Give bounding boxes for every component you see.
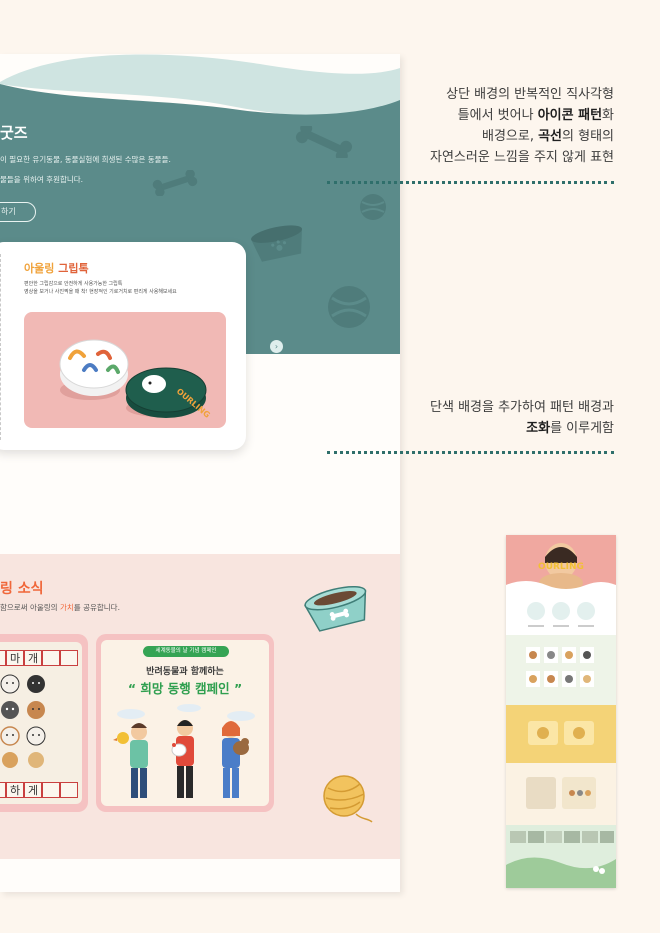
grid-cell: 마: [6, 650, 24, 666]
website-mockup: 굿즈 이 필요한 유기동물, 동물실험에 희생된 수많은 동물들. 물들을 위하…: [0, 54, 400, 892]
goods-action-button[interactable]: 하기: [0, 202, 36, 222]
annotation-emphasis: 곡선: [538, 129, 563, 144]
campaign-title: “ 희망 동행 캠페인 ”: [127, 681, 243, 696]
bone-icon: [295, 126, 353, 158]
annotation-emphasis: 조화: [526, 421, 551, 436]
thumbnail-news: [506, 763, 616, 825]
pet-bowl-icon: [304, 585, 367, 632]
campaign-subtitle: 반려동물과 함께하는: [146, 667, 224, 677]
annotation-line: 상단 배경의 반복적인 직사각형: [430, 84, 614, 105]
ball-icon: [360, 194, 386, 220]
chevron-right-icon[interactable]: ›: [270, 340, 283, 353]
annotation-text: 자연스러운 느낌을 주지 않게 표현: [430, 150, 614, 165]
product-card-title: 아울링 그립톡: [24, 260, 89, 276]
bone-icon: [152, 170, 198, 196]
product-name: 그립톡: [58, 262, 89, 275]
full-page-thumbnail: OURLING: [506, 535, 616, 888]
yarn-ball-icon: [323, 775, 373, 823]
svg-text:OURLING: OURLING: [538, 562, 584, 572]
annotation-line: 자연스러운 느낌을 주지 않게 표현: [430, 147, 614, 168]
annotation-icon-pattern: 상단 배경의 반복적인 직사각형 틀에서 벗어나 아이콘 패턴화 배경으로, 곡선의…: [430, 84, 614, 168]
product-description-line1: 편안한 그립감으로 안전하게 사용가능한 그립톡: [24, 281, 123, 287]
thumbnail-features: [506, 591, 616, 635]
news-section: 링 소식 함으로써 아울링의 가치를 공유합니다. 마 개 하 게 세계동물의 …: [0, 554, 400, 859]
pet-faces-illustration: [0, 674, 46, 768]
campaign-poster: 세계동물의 날 기념 캠페인 반려동물과 함께하는 “ 희망 동행 캠페인 ”: [101, 640, 269, 806]
annotation-text: 틀에서 벗어나: [457, 108, 538, 123]
grid-cell-empty: [42, 782, 60, 798]
thumbnail-goods: [506, 705, 616, 763]
thumbnail-hero: OURLING: [506, 535, 616, 593]
grid-cell: 개: [24, 650, 42, 666]
grid-cell-empty: [42, 650, 60, 666]
annotation-text: 의 형태의: [562, 129, 614, 144]
news-section-title: 링 소식: [0, 581, 44, 597]
annotation-text: 상단 배경의 반복적인 직사각형: [446, 87, 614, 102]
annotation-text: 화: [602, 108, 614, 123]
news-card-word-grid-image: 마 개 하 게: [0, 642, 82, 804]
grid-cell: 하: [6, 782, 24, 798]
annotation-leader-dots-1: [327, 181, 614, 184]
goods-description-line1: 이 필요한 유기동물, 동물실험에 희생된 수많은 동물들.: [0, 155, 171, 164]
goods-description-line2: 물들을 위하여 후원합니다.: [0, 175, 84, 184]
product-card[interactable]: 아울링 그립톡 편안한 그립감으로 안전하게 사용가능한 그립톡 영상을 보거나…: [0, 242, 246, 450]
pet-bowl-icon: [251, 225, 303, 262]
grid-cell: 게: [24, 782, 42, 798]
thumbnail-footer: [506, 825, 616, 888]
annotation-line: 조화를 이루게함: [430, 418, 614, 439]
grid-cell-empty: [60, 782, 78, 798]
annotation-line: 배경으로, 곡선의 형태의: [430, 126, 614, 147]
card-divider: [0, 254, 1, 440]
news-highlight: 가치: [59, 603, 74, 612]
product-image: OURLING: [24, 312, 226, 428]
goods-section-title: 굿즈: [0, 124, 28, 142]
news-card-campaign[interactable]: 세계동물의 날 기념 캠페인 반려동물과 함께하는 “ 희망 동행 캠페인 ”: [96, 634, 274, 812]
annotation-emphasis: 아이콘 패턴: [537, 108, 603, 123]
campaign-people-illustration: [113, 704, 255, 798]
grid-cell-empty: [60, 650, 78, 666]
annotation-text: 단색 배경을 추가하여 패턴 배경과: [430, 400, 614, 415]
thumbnail-adoption-grid: [506, 635, 616, 705]
annotation-line: 단색 배경을 추가하여 패턴 배경과: [430, 397, 614, 418]
annotation-text: 를 이루게함: [550, 421, 614, 436]
annotation-solid-background: 단색 배경을 추가하여 패턴 배경과조화를 이루게함: [430, 397, 614, 439]
annotation-line: 틀에서 벗어나 아이콘 패턴화: [430, 105, 614, 126]
annotation-leader-dots-2: [327, 451, 614, 454]
news-section-description: 함으로써 아울링의 가치를 공유합니다.: [0, 603, 120, 612]
product-description-line2: 영상을 보거나 사진찍을 때 착! 현장적인 기로거치로 편리게 사용해보세요: [24, 289, 177, 295]
product-brand: 아울링: [24, 262, 55, 275]
news-card-word-grid[interactable]: 마 개 하 게: [0, 634, 88, 812]
annotation-text: 배경으로,: [481, 129, 539, 144]
campaign-badge: 세계동물의 날 기념 캠페인: [143, 646, 229, 657]
ball-icon: [328, 286, 370, 328]
